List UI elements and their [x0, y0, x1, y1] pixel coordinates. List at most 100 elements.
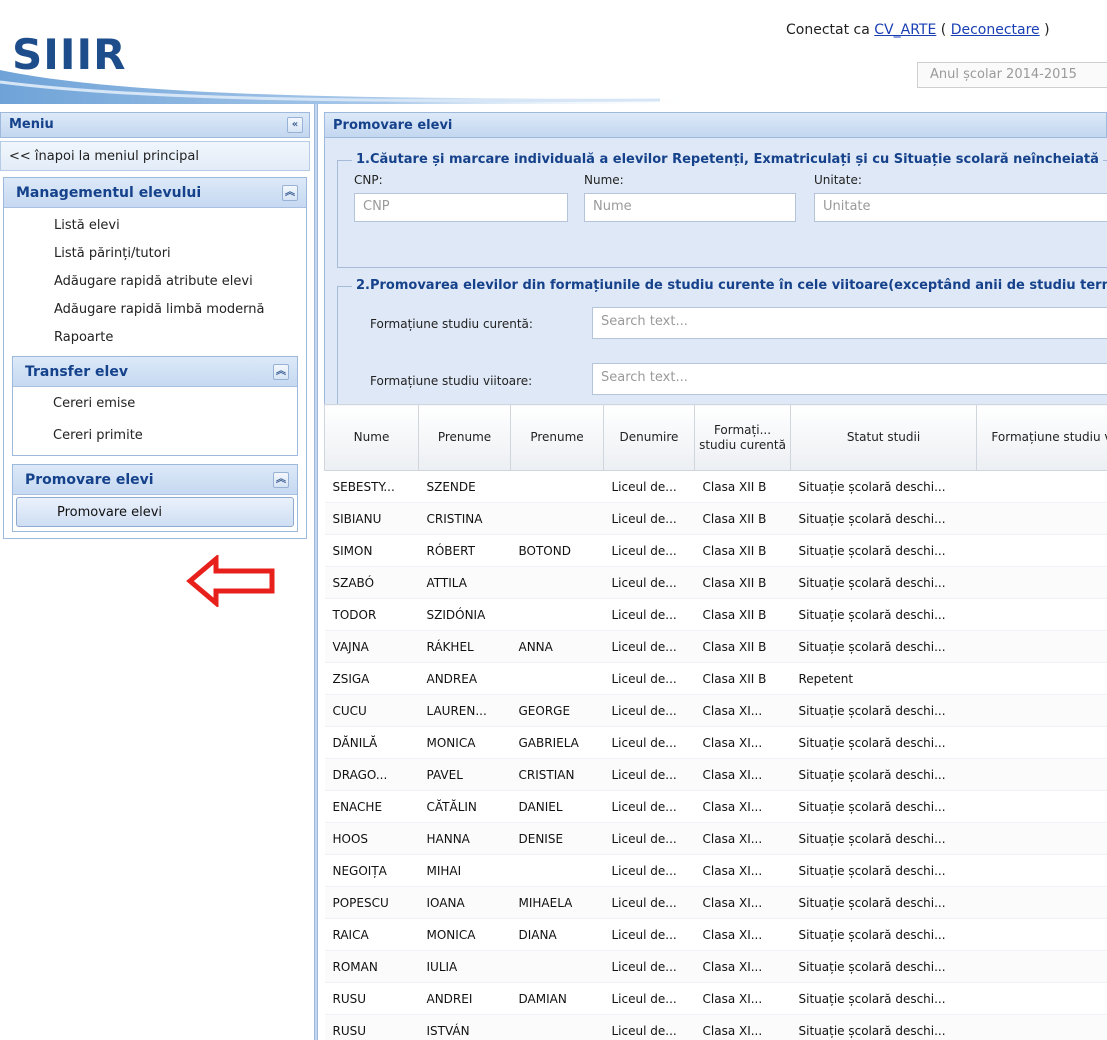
column-header-study-status[interactable]: Statut studii [790, 404, 977, 471]
cell-second-first-name [510, 662, 604, 695]
cell-first-name: ATTILA [418, 566, 511, 599]
table-row[interactable]: DRAGO... PAVEL CRISTIAN Liceul de... Clasa X… [324, 758, 1107, 791]
table-row[interactable]: RUSU ISTVÁN Liceul de... Clasa XI... Situați… [324, 1014, 1107, 1040]
current-formation-search[interactable]: Search text... [592, 307, 1107, 339]
cell-second-first-name [510, 470, 604, 503]
cell-last-name: RUSU [324, 1014, 419, 1040]
promotion-header[interactable]: Promovare elevi ︽ [13, 465, 297, 495]
panel-splitter[interactable] [314, 104, 318, 1040]
menu-item-student-list[interactable]: Listă elevi [4, 212, 306, 240]
column-header-second-first-name[interactable]: Prenume [510, 404, 604, 471]
cell-current-formation: Clasa XI... [694, 886, 791, 919]
table-row[interactable]: ROMAN IULIA Liceul de... Clasa XI... Situați… [324, 950, 1107, 983]
cell-first-name: CĂTĂLIN [418, 790, 511, 823]
table-row[interactable]: SIBIANU CRISTINA Liceul de... Clasa XII B Si… [324, 502, 1107, 535]
table-row[interactable]: ENACHE CĂTĂLIN DANIEL Liceul de... Clasa XI.… [324, 790, 1107, 823]
cell-second-first-name: GABRIELA [510, 726, 604, 759]
cell-current-formation: Clasa XII B [694, 502, 791, 535]
transfer-header[interactable]: Transfer elev ︽ [13, 357, 297, 387]
table-row[interactable]: TODOR SZIDÓNIA Liceul de... Clasa XII B Situ… [324, 598, 1107, 631]
school-year-select[interactable]: Anul școlar 2014-2015 [917, 62, 1107, 88]
cell-school-name: Liceul de... [603, 662, 695, 695]
unit-input[interactable]: Unitate [814, 193, 1107, 222]
menu-item-quick-language[interactable]: Adăugare rapidă limbă modernă [4, 296, 306, 324]
double-chevron-up-icon[interactable]: ︽ [273, 364, 289, 380]
menu-item-parent-list[interactable]: Listă părinți/tutori [4, 240, 306, 268]
cnp-input[interactable]: CNP [354, 193, 568, 222]
cell-first-name: SZENDE [418, 470, 511, 503]
future-formation-label: Formațiune studiu viitoare: [370, 374, 533, 388]
app-logo[interactable]: SIIIR [12, 30, 126, 79]
cell-study-status: Situație școlară deschi... [790, 694, 977, 727]
double-chevron-left-icon[interactable]: « [287, 117, 303, 133]
menu-item-student-promotion-active[interactable]: Promovare elevi [16, 497, 294, 527]
table-body: SEBESTY... SZENDE Liceul de... Clasa XII BS… [324, 470, 1107, 1040]
column-header-first-name[interactable]: Prenume [418, 404, 511, 471]
sidebar-title: Meniu [9, 117, 54, 132]
table-row[interactable]: RAICA MONICA DIANA Liceul de... Clasa XI... S… [324, 918, 1107, 951]
logout-link[interactable]: Deconectare [951, 22, 1040, 38]
cell-future-formation [976, 822, 1107, 855]
menu-item-reports[interactable]: Rapoarte [4, 324, 306, 352]
table-row[interactable]: ZSIGA ANDREA Liceul de... Clasa XII B Repete… [324, 662, 1107, 695]
student-management-items: Listă elevi Listă părinți/tutori Adăugar… [4, 208, 306, 352]
table-row[interactable]: SEBESTY... SZENDE Liceul de... Clasa XII BS… [324, 470, 1107, 503]
table-row[interactable]: SIMON RÓBERT BOTOND Liceul de... Clasa XII B… [324, 534, 1107, 567]
table-row[interactable]: CUCU LAUREN... GEORGE Liceul de... Clasa XI.… [324, 694, 1107, 727]
table-row[interactable]: SZABÓ ATTILA Liceul de... Clasa XII B Situaț… [324, 566, 1107, 599]
cell-current-formation: Clasa XI... [694, 758, 791, 791]
sidebar: Meniu « << înapoi la meniul principal Ma… [0, 112, 310, 1040]
individual-search-fieldset: 1.Căutare și marcare individuală a elevi… [337, 152, 1107, 268]
cell-future-formation [976, 662, 1107, 695]
header-swoosh-decoration [0, 70, 700, 104]
double-chevron-up-icon[interactable]: ︽ [273, 472, 289, 488]
cell-second-first-name [510, 566, 604, 599]
cell-first-name: ISTVÁN [418, 1014, 511, 1040]
cell-study-status: Situație școlară deschi... [790, 886, 977, 919]
table-row[interactable]: NEGOIȚA MIHAI Liceul de... Clasa XI... Situa… [324, 854, 1107, 887]
cell-second-first-name: DIANA [510, 918, 604, 951]
menu-item-received-requests[interactable]: Cereri primite [13, 421, 297, 455]
cell-future-formation [976, 790, 1107, 823]
column-header-future-formation[interactable]: Formațiune studiu viitoare [976, 404, 1107, 471]
future-formation-search[interactable]: Search text... [592, 363, 1107, 395]
cell-school-name: Liceul de... [603, 790, 695, 823]
cell-second-first-name [510, 1014, 604, 1040]
table-row[interactable]: POPESCU IOANA MIHAELA Liceul de... Clasa XI.… [324, 886, 1107, 919]
cell-study-status: Situație școlară deschi... [790, 758, 977, 791]
table-row[interactable]: RUSU ANDREI DAMIAN Liceul de... Clasa XI... S… [324, 982, 1107, 1015]
cell-study-status: Situație școlară deschi... [790, 726, 977, 759]
cell-current-formation: Clasa XII B [694, 566, 791, 599]
name-input[interactable]: Nume [584, 193, 796, 222]
cell-school-name: Liceul de... [603, 982, 695, 1015]
cell-study-status: Situație școlară deschi... [790, 630, 977, 663]
menu-item-quick-attributes[interactable]: Adăugare rapidă atribute elevi [4, 268, 306, 296]
cell-future-formation [976, 758, 1107, 791]
table-row[interactable]: HOOS HANNA DENISE Liceul de... Clasa XI... Si… [324, 822, 1107, 855]
student-management-header[interactable]: Managementul elevului ︽ [4, 178, 306, 208]
cell-second-first-name: DANIEL [510, 790, 604, 823]
table-row[interactable]: VAJNA RÁKHEL ANNA Liceul de... Clasa XII B Si… [324, 630, 1107, 663]
table-row[interactable]: DĂNILĂ MONICA GABRIELA Liceul de... Clasa XI… [324, 726, 1107, 759]
cell-second-first-name: GEORGE [510, 694, 604, 727]
cell-last-name: CUCU [324, 694, 419, 727]
cell-school-name: Liceul de... [603, 470, 695, 503]
cell-first-name: IOANA [418, 886, 511, 919]
column-header-school-name[interactable]: Denumire [603, 404, 695, 471]
column-header-last-name[interactable]: Nume [324, 404, 419, 471]
username-link[interactable]: CV_ARTE [874, 22, 936, 38]
cell-last-name: RUSU [324, 982, 419, 1015]
double-chevron-up-icon[interactable]: ︽ [282, 185, 298, 201]
cell-first-name: IULIA [418, 950, 511, 983]
name-label: Nume: [584, 173, 624, 187]
cell-current-formation: Clasa XI... [694, 790, 791, 823]
column-header-current-formation[interactable]: Formați... studiu curentă [694, 404, 791, 471]
cell-first-name: RÓBERT [418, 534, 511, 567]
cell-first-name: HANNA [418, 822, 511, 855]
back-to-main-menu-link[interactable]: << înapoi la meniul principal [0, 141, 310, 171]
menu-item-sent-requests[interactable]: Cereri emise [13, 387, 297, 421]
cell-first-name: PAVEL [418, 758, 511, 791]
cell-second-first-name: DENISE [510, 822, 604, 855]
cell-last-name: SIMON [324, 534, 419, 567]
cell-current-formation: Clasa XI... [694, 918, 791, 951]
